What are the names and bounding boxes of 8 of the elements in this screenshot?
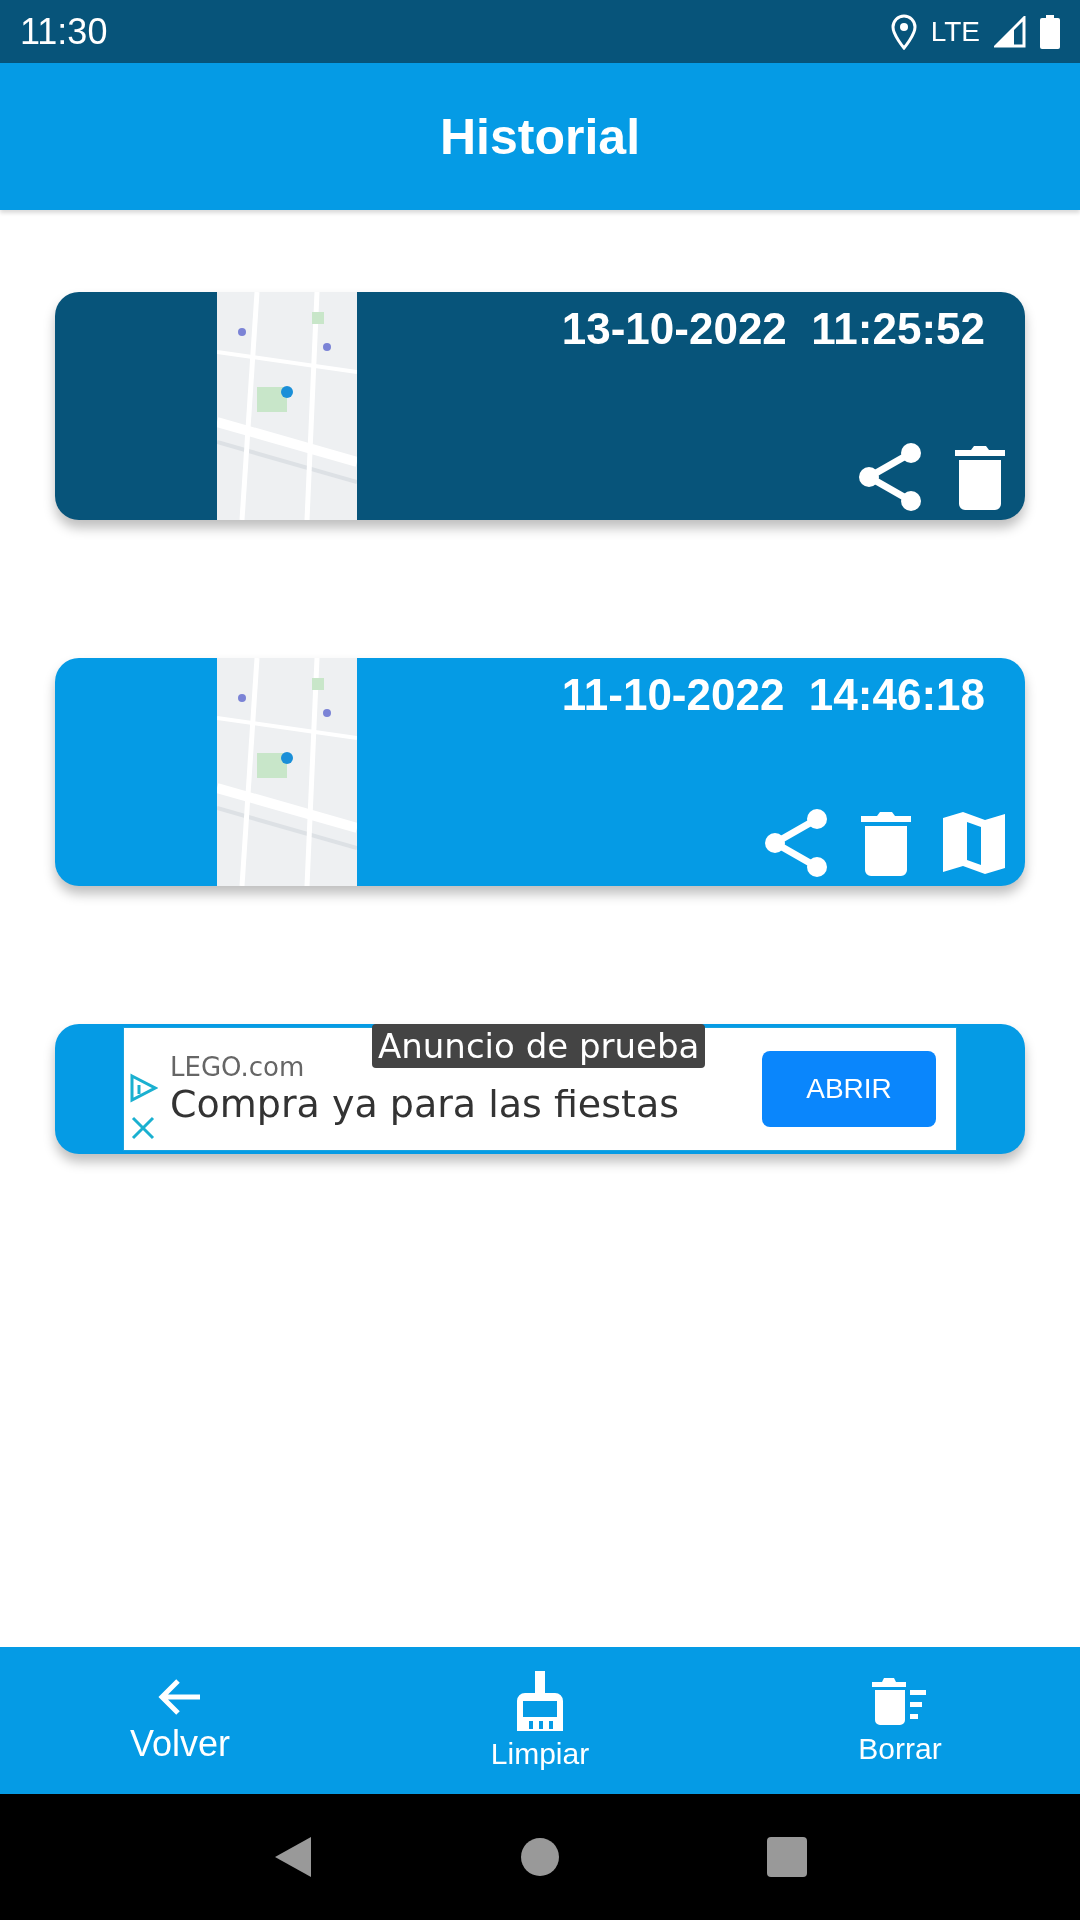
network-type: LTE [930,15,980,48]
test-ad-tooltip: Anuncio de prueba [372,1024,706,1068]
page-title: Historial [439,107,641,166]
record-datetime: 11-10-2022 14:46:18 [561,670,985,720]
ad-advertiser: LEGO.com [170,1052,306,1082]
record-datetime: 13-10-2022 11:25:52 [561,304,985,354]
clock: 11:30 [20,10,108,53]
ad-headline: Compra ya para las fiestas [170,1082,680,1126]
